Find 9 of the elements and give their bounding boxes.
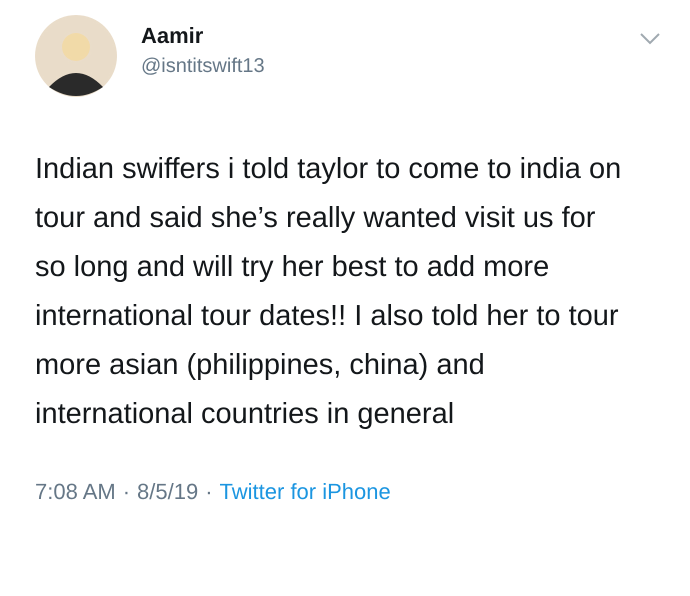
- author-name[interactable]: Aamir: [141, 23, 265, 49]
- separator: ·: [205, 479, 213, 505]
- source-link[interactable]: Twitter for iPhone: [220, 479, 391, 505]
- timestamp: 8/5/19: [137, 479, 198, 505]
- tweet-text: Indian swiffers i told taylor to come to india on tour and said she’s really wanted visit us for so long and will try her best to add more international tour dates!! I also told her to tour more asian (philippines, china) and international countries in general: [35, 152, 622, 432]
- separator: ·: [122, 479, 130, 505]
- author-handle[interactable]: @isntitswift13: [141, 55, 265, 78]
- avatar-icon[interactable]: [35, 15, 117, 97]
- timestamp: 7:08 AM: [35, 479, 116, 505]
